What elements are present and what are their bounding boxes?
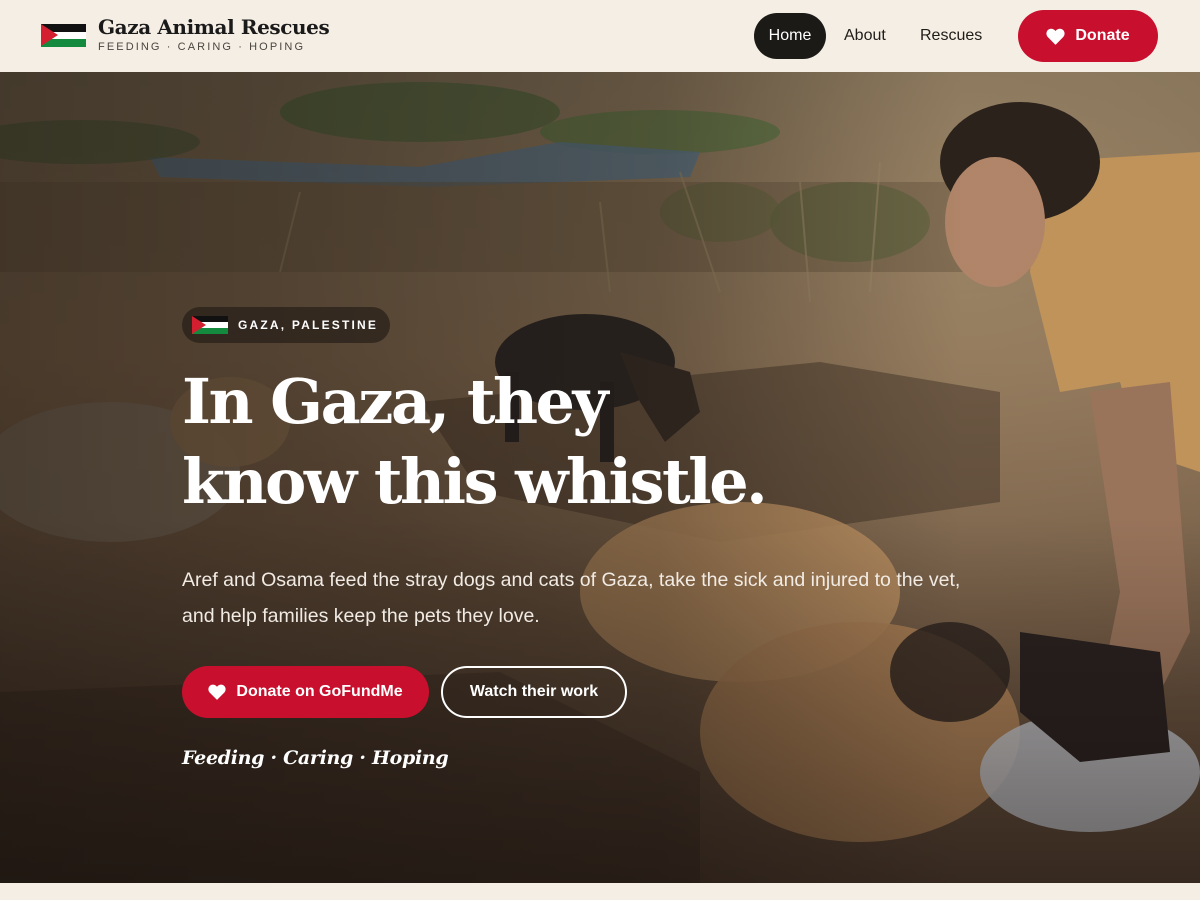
hero-description: Aref and Osama feed the stray dogs and c…	[182, 569, 961, 627]
donate-gofundme-button[interactable]: Donate on GoFundMe	[182, 666, 429, 718]
donate-gofundme-label: Donate on GoFundMe	[236, 683, 403, 700]
hero-section: GAZA, PALESTINE In Gaza, they know this …	[0, 72, 1200, 883]
nav-home[interactable]: Home	[754, 13, 826, 59]
hero-headline: In Gaza, they know this whistle.	[182, 362, 882, 522]
heart-icon	[1046, 28, 1065, 45]
donate-button-label: Donate	[1075, 27, 1130, 44]
brand-title: Gaza Animal Rescues	[98, 15, 330, 39]
nav-rescues[interactable]: Rescues	[920, 13, 982, 59]
site-header: Gaza Animal Rescues FEEDING · CARING · H…	[0, 0, 1200, 72]
location-badge: GAZA, PALESTINE	[182, 307, 390, 343]
palestine-flag-icon	[192, 316, 228, 334]
page-bottom-strip	[0, 883, 1200, 900]
location-badge-label: GAZA, PALESTINE	[238, 318, 379, 332]
hero-headline-line-1: In Gaza, they	[182, 365, 609, 438]
palestine-flag-icon	[41, 24, 86, 47]
heart-icon	[208, 684, 226, 700]
brand-tagline: FEEDING · CARING · HOPING	[98, 41, 306, 53]
hero-headline-line-2: know this whistle.	[182, 445, 768, 518]
donate-button[interactable]: Donate	[1018, 10, 1158, 62]
nav-about[interactable]: About	[844, 13, 886, 59]
watch-their-work-button[interactable]: Watch their work	[441, 666, 627, 718]
hero-motto: Feeding · Caring · Hoping	[182, 747, 449, 769]
brand-logo-link[interactable]: Gaza Animal Rescues FEEDING · CARING · H…	[41, 15, 330, 53]
